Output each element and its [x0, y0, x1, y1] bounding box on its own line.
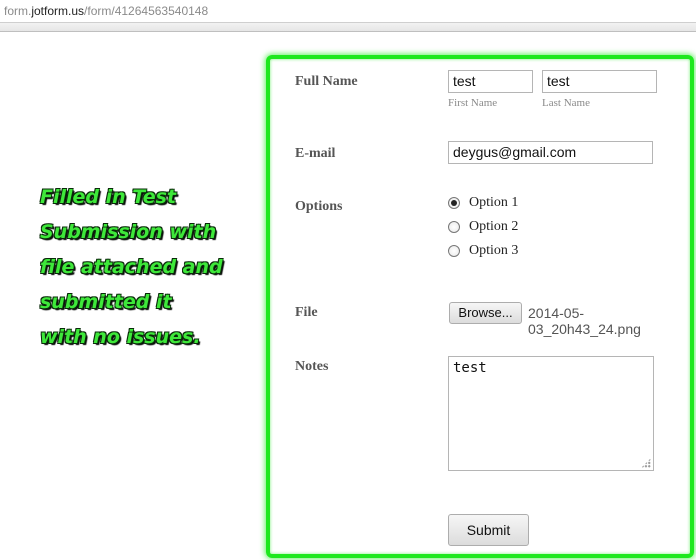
- email-label: E-mail: [295, 146, 336, 161]
- url-prefix: form.: [4, 4, 32, 18]
- radio-button[interactable]: [448, 221, 460, 233]
- radio-label: Option 2: [469, 219, 519, 234]
- last-name-input[interactable]: test: [542, 70, 657, 93]
- first-name-input[interactable]: test: [448, 70, 533, 93]
- address-bar[interactable]: form.jotform.us/form/41264563540148: [0, 0, 696, 23]
- email-field[interactable]: deygus@gmail.com: [448, 141, 653, 164]
- browse-button[interactable]: Browse...: [449, 302, 522, 324]
- file-label: File: [295, 305, 318, 320]
- radio-button[interactable]: [448, 197, 460, 209]
- submit-button[interactable]: Submit: [448, 514, 529, 546]
- annotation-line: submitted it: [40, 291, 172, 313]
- annotation-text: Filled in Test Submission with file atta…: [40, 180, 240, 355]
- radio-label: Option 1: [469, 195, 519, 210]
- browser-toolbar-strip: [0, 23, 696, 32]
- first-name-sublabel: First Name: [448, 97, 498, 109]
- selected-filename: 2014-05-03_20h43_24.png: [528, 305, 641, 337]
- notes-label: Notes: [295, 359, 329, 374]
- notes-textarea[interactable]: test: [448, 356, 654, 471]
- resize-grip-icon[interactable]: [641, 458, 651, 468]
- url-host: jotform.us: [31, 4, 85, 18]
- annotation-line: Submission with: [40, 221, 217, 243]
- radio-option-2[interactable]: Option 2: [448, 219, 518, 235]
- last-name-sublabel: Last Name: [542, 97, 590, 109]
- annotation-line: Filled in Test: [40, 186, 177, 208]
- radio-option-1[interactable]: Option 1: [448, 195, 518, 211]
- radio-label: Option 3: [469, 243, 519, 258]
- radio-option-3[interactable]: Option 3: [448, 243, 518, 259]
- url-path: /form/41264563540148: [84, 4, 209, 18]
- notes-value: test: [453, 360, 487, 376]
- full-name-label: Full Name: [295, 74, 358, 89]
- url-text: form.jotform.us/form/41264563540148: [4, 0, 208, 22]
- options-label: Options: [295, 199, 343, 214]
- annotation-line: with no issues.: [40, 326, 201, 348]
- annotation-line: file attached and: [40, 256, 223, 278]
- radio-button[interactable]: [448, 245, 460, 257]
